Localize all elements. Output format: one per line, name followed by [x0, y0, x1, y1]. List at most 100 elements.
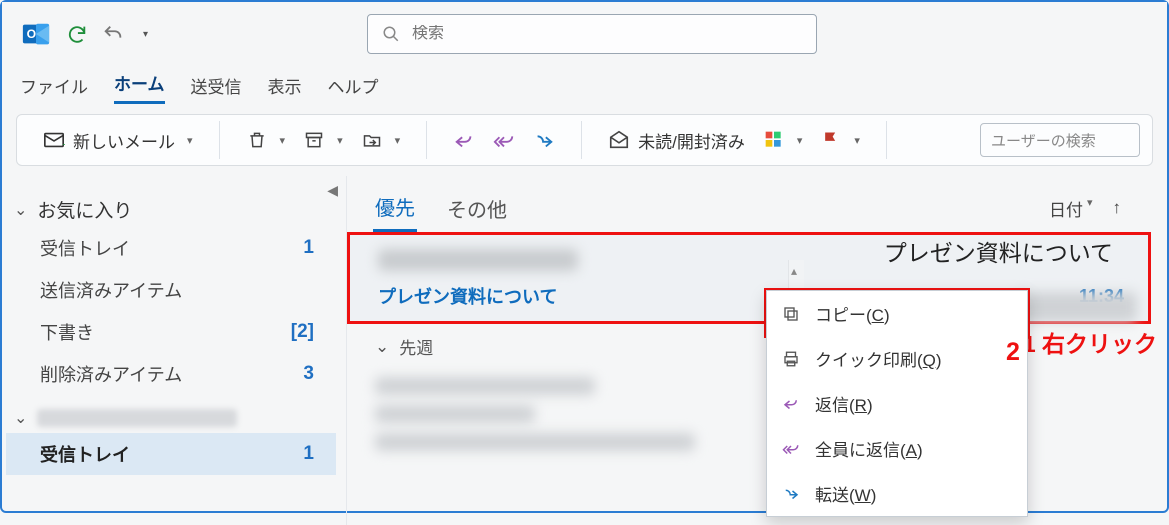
- new-mail-button[interactable]: ＋ 新しいメール: [37, 124, 199, 157]
- reply-icon: [453, 129, 475, 151]
- reply-all-button[interactable]: [487, 125, 521, 155]
- trash-icon: [246, 129, 268, 151]
- tab-focused[interactable]: 優先: [373, 184, 417, 232]
- menu-label: 転送(: [815, 486, 855, 505]
- menu-hotkey: C: [872, 306, 884, 325]
- ribbon-tabs: ファイル ホーム 送受信 表示 ヘルプ: [2, 66, 1167, 104]
- sidebar-count: 3: [303, 363, 314, 385]
- toolbar: ＋ 新しいメール 未読/開封済み ユーザーの検索: [16, 114, 1153, 166]
- forward-icon: [533, 129, 555, 151]
- menu-hotkey: A: [906, 441, 917, 460]
- read-unread-button[interactable]: 未読/開封済み: [602, 124, 751, 157]
- undo-icon[interactable]: [102, 23, 124, 45]
- blurred-line: [375, 377, 595, 395]
- message-list: 優先 その他 日付 ↑ プレゼン資料について 11:34 ⌄先週 1 右クリック: [346, 176, 1167, 525]
- tab-other[interactable]: その他: [445, 186, 509, 231]
- search-icon: [380, 23, 402, 45]
- forward-button[interactable]: [527, 125, 561, 155]
- sidebar-item-label: 削除済みアイテム: [40, 361, 182, 387]
- tab-file[interactable]: ファイル: [20, 73, 88, 104]
- archive-icon: [303, 129, 325, 151]
- folder-sidebar: ◀ お気に入り 受信トレイ 1 送信済みアイテム 下書き [2] 削除済みアイテム 3…: [2, 176, 346, 525]
- annotation-step-1: 1 右クリック: [1023, 325, 1167, 365]
- tab-home[interactable]: ホーム: [114, 70, 165, 104]
- sort-direction-icon[interactable]: ↑: [1113, 198, 1122, 218]
- menu-hotkey: W: [855, 486, 871, 505]
- new-mail-label: 新しいメール: [73, 128, 175, 153]
- menu-item-copy[interactable]: コピー(C): [767, 291, 1027, 336]
- mail-plus-icon: ＋: [43, 129, 65, 151]
- menu-item-forward[interactable]: 転送(W): [767, 471, 1027, 516]
- message-row[interactable]: [347, 365, 1167, 473]
- refresh-icon[interactable]: [66, 23, 88, 45]
- blurred-metadata: [1017, 292, 1137, 322]
- sidebar-count: 1: [303, 443, 314, 465]
- sidebar-item-label: 受信トレイ: [40, 441, 130, 467]
- read-unread-label: 未読/開封済み: [638, 128, 745, 153]
- menu-item-reply-all[interactable]: 全員に返信(A): [767, 426, 1027, 471]
- tab-sendrecv[interactable]: 送受信: [191, 73, 242, 104]
- menu-hotkey: Q: [923, 351, 936, 370]
- sidebar-item-deleted[interactable]: 削除済みアイテム 3: [6, 353, 336, 395]
- archive-button[interactable]: [297, 125, 349, 155]
- sort-label: 日付: [1049, 196, 1083, 221]
- title-bar: O ▾: [2, 2, 1167, 66]
- sidebar-item-label: 受信トレイ: [40, 235, 130, 261]
- svg-text:O: O: [27, 27, 36, 41]
- move-folder-icon: [361, 129, 383, 151]
- list-tabs: 優先 その他 日付 ↑: [347, 176, 1167, 232]
- favorites-label: お気に入り: [37, 196, 132, 223]
- tab-view[interactable]: 表示: [268, 73, 302, 104]
- blurred-sender: [378, 249, 578, 271]
- sidebar-item-label: 送信済みアイテム: [40, 277, 182, 303]
- reply-all-icon: [493, 129, 515, 151]
- qat-customize-icon[interactable]: ▾: [138, 26, 153, 43]
- print-icon: [781, 349, 801, 369]
- sidebar-item-account-inbox[interactable]: 受信トレイ 1: [6, 433, 336, 475]
- menu-label-post: ): [871, 486, 877, 505]
- menu-item-quick-print[interactable]: クイック印刷(Q): [767, 336, 1027, 381]
- sort-by-date[interactable]: 日付: [1049, 196, 1093, 221]
- sidebar-count: [2]: [291, 321, 314, 343]
- sidebar-item-inbox[interactable]: 受信トレイ1: [6, 227, 336, 269]
- outlook-logo-icon: O: [20, 18, 52, 50]
- menu-label: 返信(: [815, 396, 855, 415]
- menu-label: 全員に返信(: [815, 441, 906, 460]
- account-header[interactable]: [6, 395, 336, 433]
- flag-button[interactable]: [814, 125, 866, 155]
- search-input[interactable]: [412, 25, 804, 43]
- group-header-last-week[interactable]: ⌄ 先週: [347, 324, 433, 365]
- menu-label-post: ): [867, 396, 873, 415]
- tab-help[interactable]: ヘルプ: [328, 73, 379, 104]
- flag-icon: [820, 129, 842, 151]
- envelope-open-icon: [608, 129, 630, 151]
- categorize-button[interactable]: [757, 125, 809, 155]
- categories-icon: [763, 129, 785, 151]
- search-box[interactable]: [367, 14, 817, 54]
- reply-button[interactable]: [447, 125, 481, 155]
- collapse-icon[interactable]: ◀: [327, 182, 338, 199]
- menu-label-post: ): [936, 351, 942, 370]
- favorites-header[interactable]: お気に入り: [6, 184, 336, 227]
- people-search-input[interactable]: ユーザーの検索: [980, 123, 1140, 157]
- delete-button[interactable]: [240, 125, 292, 155]
- group-label: 先週: [399, 334, 433, 359]
- menu-label-post: ): [884, 306, 890, 325]
- blurred-account-name: [37, 409, 237, 427]
- move-button[interactable]: [355, 125, 407, 155]
- menu-label: コピー(: [815, 306, 872, 325]
- sidebar-item-label: 下書き: [40, 319, 94, 345]
- svg-text:＋: ＋: [61, 140, 65, 151]
- copy-icon: [781, 304, 801, 324]
- menu-item-reply[interactable]: 返信(R): [767, 381, 1027, 426]
- menu-label: クイック印刷(: [815, 351, 923, 370]
- menu-label-post: ): [917, 441, 923, 460]
- sidebar-item-sent[interactable]: 送信済みアイテム: [6, 269, 336, 311]
- chevron-down-icon: ⌄: [375, 337, 389, 357]
- sidebar-item-drafts[interactable]: 下書き [2]: [6, 311, 336, 353]
- annotation-step-2: 2: [1006, 338, 1020, 367]
- reading-pane-title: プレゼン資料について: [884, 234, 1113, 268]
- blurred-line: [375, 433, 695, 451]
- reply-icon: [781, 394, 801, 414]
- reply-all-icon: [781, 439, 801, 459]
